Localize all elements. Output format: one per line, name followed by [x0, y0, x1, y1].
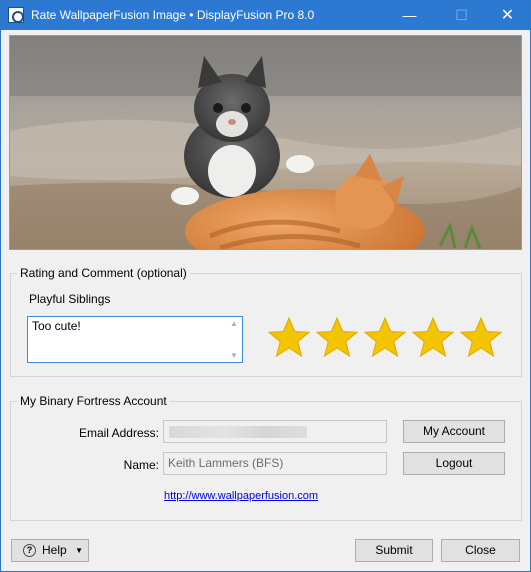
name-field: Keith Lammers (BFS): [163, 452, 387, 475]
scroll-down-icon[interactable]: ▼: [230, 351, 238, 360]
star-4-icon[interactable]: [411, 316, 455, 360]
displayfusion-app-icon: [8, 7, 24, 23]
star-2-icon[interactable]: [315, 316, 359, 360]
submit-button[interactable]: Submit: [355, 539, 433, 562]
star-5-icon[interactable]: [459, 316, 503, 360]
star-3-icon[interactable]: [363, 316, 407, 360]
wallpaperfusion-link[interactable]: http://www.wallpaperfusion.com: [164, 490, 318, 502]
close-window-button[interactable]: ✕: [485, 1, 530, 30]
comment-scrollbar[interactable]: ▲ ▼: [228, 317, 242, 362]
dropdown-arrow-icon[interactable]: ▼: [75, 540, 83, 561]
help-button[interactable]: ? Help ▼: [11, 539, 89, 562]
wallpaper-preview-image: [9, 35, 522, 250]
close-button[interactable]: Close: [441, 539, 520, 562]
email-label: Email Address:: [78, 426, 159, 440]
redacted-email: [169, 426, 307, 438]
scroll-up-icon[interactable]: ▲: [230, 319, 238, 328]
help-label: Help: [42, 543, 67, 557]
my-account-button[interactable]: My Account: [403, 420, 505, 443]
email-field: [163, 420, 387, 443]
maximize-button: ☐: [455, 7, 468, 23]
help-icon: ?: [23, 544, 36, 557]
window-title: Rate WallpaperFusion Image • DisplayFusi…: [31, 8, 315, 22]
star-1-icon[interactable]: [267, 316, 311, 360]
star-rating[interactable]: [267, 316, 517, 364]
comment-text: Too cute!: [32, 319, 81, 333]
rating-and-comment-group: Rating and Comment (optional) Playful Si…: [10, 266, 522, 377]
name-label: Name:: [123, 458, 159, 472]
logout-button[interactable]: Logout: [403, 452, 505, 475]
account-group-legend: My Binary Fortress Account: [17, 394, 170, 408]
rating-group-legend: Rating and Comment (optional): [17, 266, 190, 280]
comment-textarea[interactable]: Too cute! ▲ ▼: [27, 316, 243, 363]
rate-image-dialog: Rate WallpaperFusion Image • DisplayFusi…: [0, 0, 531, 572]
account-group: My Binary Fortress Account Email Address…: [10, 394, 522, 521]
image-title-label: Playful Siblings: [29, 292, 111, 306]
minimize-button[interactable]: —: [387, 1, 432, 30]
title-bar[interactable]: Rate WallpaperFusion Image • DisplayFusi…: [1, 1, 530, 30]
